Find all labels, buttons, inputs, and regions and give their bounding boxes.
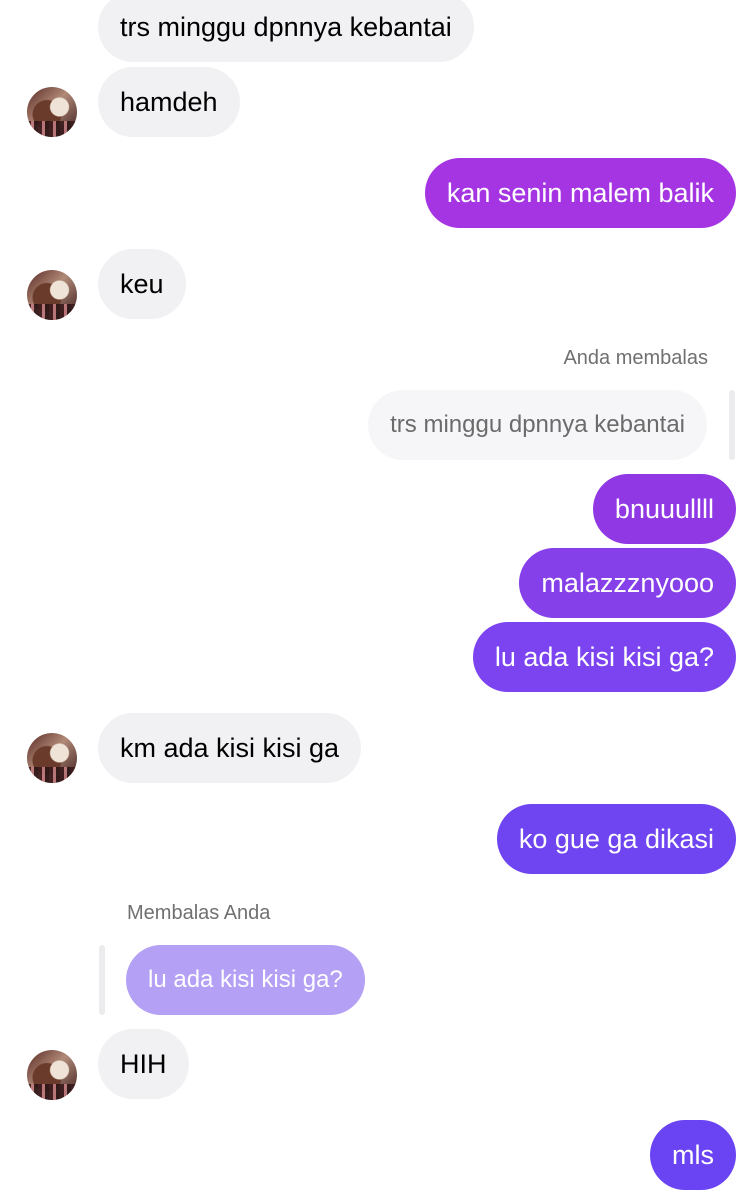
incoming-message-bubble[interactable]: hamdeh [98,67,240,137]
reply-indicator-bar [729,390,735,460]
outgoing-message-bubble[interactable]: kan senin malem balik [424,158,736,228]
incoming-message-bubble[interactable]: HIH [98,1029,189,1099]
outgoing-message-bubble[interactable]: ko gue ga dikasi [496,804,736,874]
incoming-message-bubble[interactable]: keu [98,249,186,319]
outgoing-message-bubble[interactable]: bnuuullll [592,474,736,544]
quoted-message-preview[interactable]: trs minggu dpnnya kebantai [368,390,707,460]
contact-avatar[interactable] [27,270,77,320]
reply-label: Membalas Anda [127,902,271,924]
reply-indicator-bar [99,945,105,1015]
quoted-message-preview[interactable]: lu ada kisi kisi ga? [126,945,365,1015]
outgoing-message-bubble[interactable]: lu ada kisi kisi ga? [472,622,736,692]
contact-avatar[interactable] [27,733,77,783]
chat-thread: trs minggu dpnnya kebantai hamdeh kan se… [0,0,750,1200]
contact-avatar[interactable] [27,87,77,137]
incoming-message-bubble[interactable]: trs minggu dpnnya kebantai [98,0,474,62]
outgoing-message-bubble[interactable]: mls [650,1120,736,1190]
incoming-message-bubble[interactable]: km ada kisi kisi ga [98,713,362,783]
reply-label: Anda membalas [563,347,708,369]
outgoing-message-bubble[interactable]: malazzznyooo [519,548,736,618]
contact-avatar[interactable] [27,1050,77,1100]
